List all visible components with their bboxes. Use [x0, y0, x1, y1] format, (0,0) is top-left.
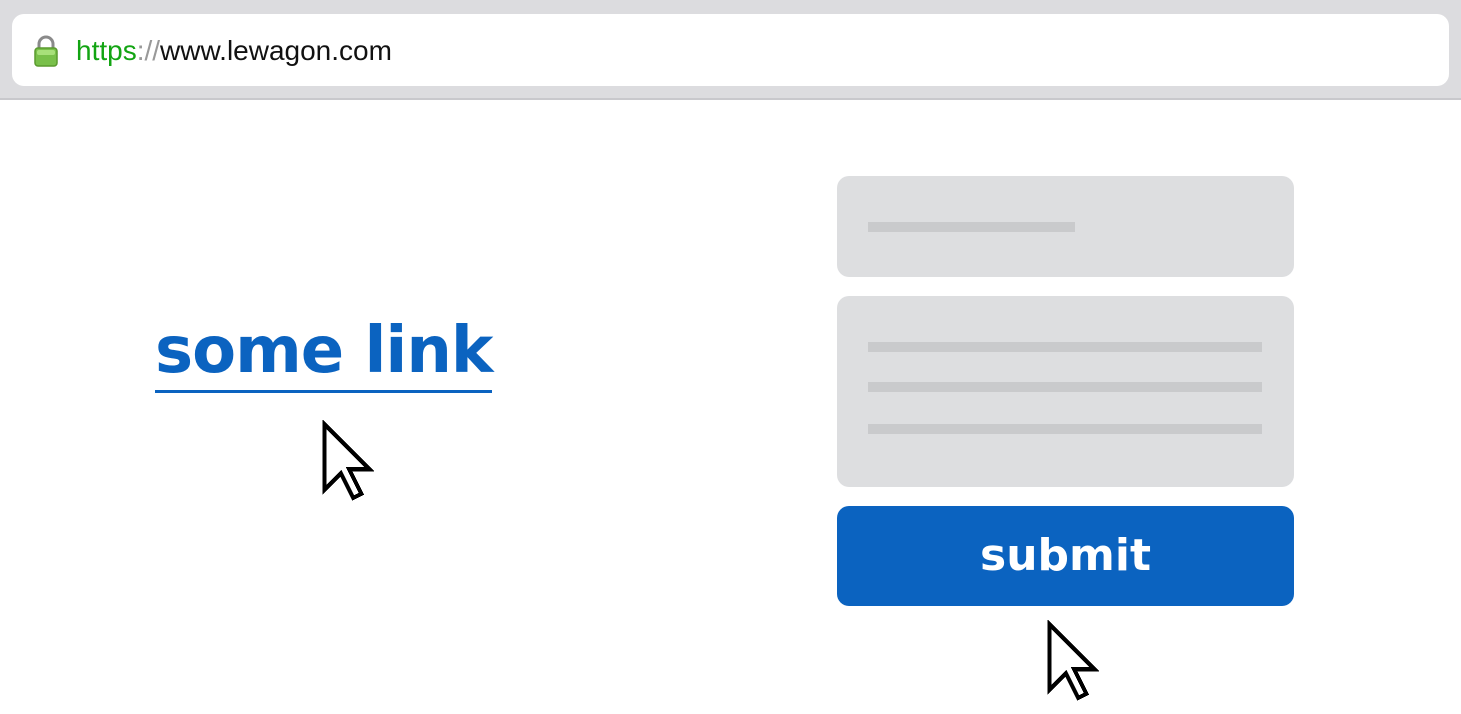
- textarea-placeholder-line: [868, 424, 1262, 434]
- textarea-field[interactable]: [837, 296, 1294, 487]
- text-input-field[interactable]: [837, 176, 1294, 277]
- some-link[interactable]: some link: [155, 312, 493, 393]
- textarea-placeholder-line: [868, 382, 1262, 392]
- url-scheme: https: [76, 35, 137, 66]
- arrow-cursor-icon: [1047, 620, 1099, 701]
- textarea-placeholder-line: [868, 342, 1262, 352]
- input-placeholder-line: [868, 222, 1075, 232]
- url-text[interactable]: https://www.lewagon.com: [76, 32, 392, 70]
- url-host: www.lewagon.com: [160, 35, 392, 66]
- lock-icon: [34, 35, 58, 67]
- page-content: some link submit: [0, 102, 1461, 714]
- browser-toolbar: https://www.lewagon.com: [0, 0, 1461, 100]
- arrow-cursor-icon: [322, 420, 374, 501]
- url-separator: ://: [136, 35, 161, 66]
- submit-button[interactable]: submit: [837, 506, 1294, 606]
